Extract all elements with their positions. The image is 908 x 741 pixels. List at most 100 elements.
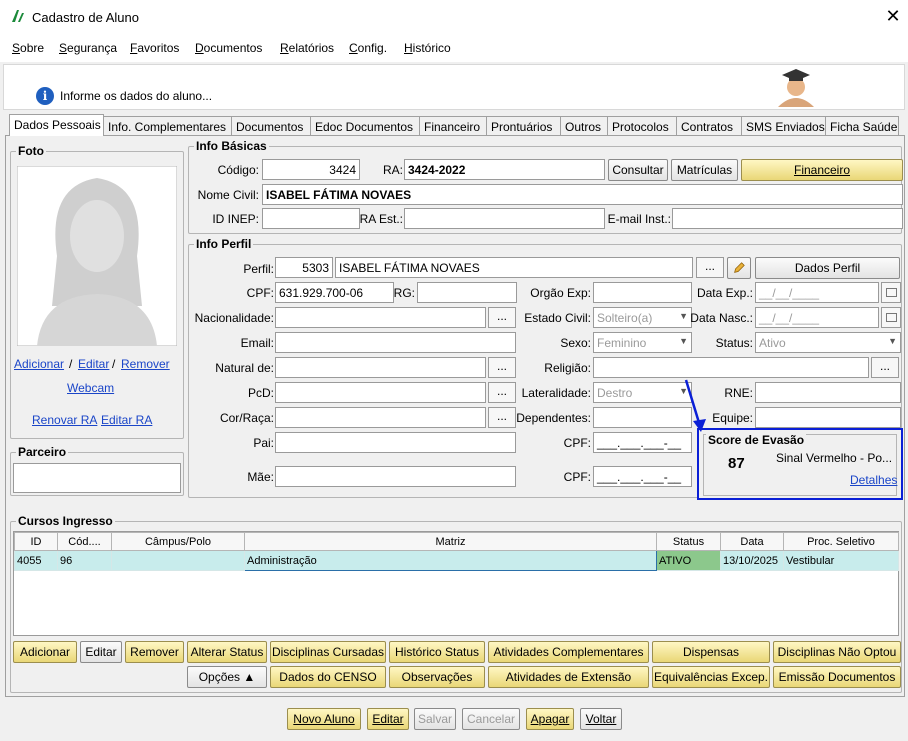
- calendar-icon[interactable]: [881, 307, 901, 328]
- edit-pencil-icon[interactable]: [727, 257, 751, 279]
- menu-historico[interactable]: Histórico: [404, 41, 451, 55]
- historico-status-button[interactable]: Histórico Status: [389, 641, 485, 663]
- natural-lookup-button[interactable]: ...: [488, 357, 516, 378]
- cor-raca-field[interactable]: [275, 407, 486, 428]
- natural-de-field[interactable]: [275, 357, 486, 378]
- disciplinas-cursadas-button[interactable]: Disciplinas Cursadas: [270, 641, 386, 663]
- col-campus[interactable]: Câmpus/Polo: [111, 532, 245, 551]
- renovar-ra-link[interactable]: Renovar RA: [32, 413, 97, 427]
- col-data[interactable]: Data: [720, 532, 784, 551]
- id-inep-field[interactable]: [262, 208, 360, 229]
- table-row[interactable]: 4055 96 Administração ATIVO 13/10/2025 V…: [14, 550, 899, 571]
- adicionar-curso-button[interactable]: Adicionar: [13, 641, 77, 663]
- cell-matriz[interactable]: Administração: [244, 550, 657, 571]
- matriculas-button[interactable]: Matrículas: [671, 159, 738, 181]
- email-field[interactable]: [275, 332, 516, 353]
- calendar-icon[interactable]: [881, 282, 901, 303]
- cancelar-button[interactable]: Cancelar: [462, 708, 520, 730]
- ra-est-field[interactable]: [404, 208, 605, 229]
- disciplinas-nao-optou-button[interactable]: Disciplinas Não Optou: [773, 641, 901, 663]
- photo-placeholder: [17, 166, 177, 346]
- tab-sms-enviados[interactable]: SMS Enviados: [741, 116, 826, 136]
- ra-field[interactable]: 3424-2022: [404, 159, 605, 180]
- webcam-link[interactable]: Webcam: [67, 381, 114, 395]
- pai-cpf-field[interactable]: ___.___.___-__: [593, 432, 692, 453]
- tab-documentos[interactable]: Documentos: [231, 116, 311, 136]
- equipe-field[interactable]: [755, 407, 901, 428]
- dados-perfil-button[interactable]: Dados Perfil: [755, 257, 900, 279]
- col-matriz[interactable]: Matriz: [244, 532, 657, 551]
- tab-dados-pessoais[interactable]: Dados Pessoais: [9, 114, 104, 136]
- voltar-button[interactable]: Voltar: [580, 708, 622, 730]
- religiao-lookup-button[interactable]: ...: [871, 357, 899, 378]
- col-cod[interactable]: Cód....: [57, 532, 112, 551]
- dependentes-field[interactable]: [593, 407, 692, 428]
- col-id[interactable]: ID: [14, 532, 58, 551]
- score-detalhes-link[interactable]: Detalhes: [850, 473, 897, 487]
- tab-financeiro[interactable]: Financeiro: [419, 116, 487, 136]
- menu-seguranca[interactable]: Segurança: [59, 41, 117, 55]
- status-select[interactable]: Ativo ▼: [755, 332, 901, 353]
- menu-config[interactable]: Config.: [349, 41, 387, 55]
- observacoes-button[interactable]: Observações: [389, 666, 485, 688]
- lateralidade-select[interactable]: Destro ▼: [593, 382, 692, 403]
- codigo-field[interactable]: 3424: [262, 159, 360, 180]
- pai-field[interactable]: [275, 432, 516, 453]
- col-proc-seletivo[interactable]: Proc. Seletivo: [783, 532, 899, 551]
- financeiro-button[interactable]: Financeiro: [741, 159, 903, 181]
- tab-ficha-saude[interactable]: Ficha Saúde: [825, 116, 899, 136]
- opcoes-button[interactable]: Opções ▲: [187, 666, 267, 688]
- equivalencias-button[interactable]: Equivalências Excep.: [652, 666, 770, 688]
- mae-field[interactable]: [275, 466, 516, 487]
- nacionalidade-field[interactable]: [275, 307, 486, 328]
- tab-info-complementares[interactable]: Info. Complementares: [103, 116, 232, 136]
- menu-sobre[interactable]: Sobre: [12, 41, 44, 55]
- rne-field[interactable]: [755, 382, 901, 403]
- foto-editar-link[interactable]: Editar: [78, 357, 109, 371]
- tab-protocolos[interactable]: Protocolos: [607, 116, 677, 136]
- consultar-button[interactable]: Consultar: [608, 159, 668, 181]
- email-inst-field[interactable]: [672, 208, 903, 229]
- perfil-id-field[interactable]: 5303: [275, 257, 333, 278]
- tab-edoc-documentos[interactable]: Edoc Documentos: [310, 116, 420, 136]
- foto-adicionar-link[interactable]: Adicionar: [14, 357, 64, 371]
- data-exp-field[interactable]: __/__/____: [755, 282, 879, 303]
- editar-curso-button[interactable]: Editar: [80, 641, 122, 663]
- remover-curso-button[interactable]: Remover: [125, 641, 184, 663]
- orgao-exp-field[interactable]: [593, 282, 692, 303]
- menu-documentos[interactable]: Documentos: [195, 41, 262, 55]
- emissao-documentos-button[interactable]: Emissão Documentos: [773, 666, 901, 688]
- col-status[interactable]: Status: [656, 532, 721, 551]
- tab-contratos[interactable]: Contratos: [676, 116, 742, 136]
- perfil-nome-field[interactable]: ISABEL FÁTIMA NOVAES: [335, 257, 693, 278]
- data-nasc-field[interactable]: __/__/____: [755, 307, 879, 328]
- cpf-field[interactable]: 631.929.700-06: [275, 282, 394, 303]
- salvar-button[interactable]: Salvar: [414, 708, 456, 730]
- parceiro-field[interactable]: [13, 463, 181, 493]
- menu-favoritos[interactable]: Favoritos: [130, 41, 179, 55]
- mae-cpf-field[interactable]: ___.___.___-__: [593, 466, 692, 487]
- dados-censo-button[interactable]: Dados do CENSO: [270, 666, 386, 688]
- nacionalidade-lookup-button[interactable]: ...: [488, 307, 516, 328]
- rg-field[interactable]: [417, 282, 517, 303]
- alterar-status-button[interactable]: Alterar Status: [187, 641, 267, 663]
- tab-prontuarios[interactable]: Prontuários: [486, 116, 561, 136]
- nome-civil-field[interactable]: ISABEL FÁTIMA NOVAES: [262, 184, 903, 205]
- editar-ra-link[interactable]: Editar RA: [101, 413, 152, 427]
- close-icon[interactable]: ✕: [884, 6, 902, 26]
- dispensas-button[interactable]: Dispensas: [652, 641, 770, 663]
- religiao-field[interactable]: [593, 357, 869, 378]
- menu-relatorios[interactable]: Relatórios: [280, 41, 334, 55]
- estado-civil-select[interactable]: Solteiro(a) ▼: [593, 307, 692, 328]
- tab-outros[interactable]: Outros: [560, 116, 608, 136]
- editar-aluno-button[interactable]: Editar: [367, 708, 409, 730]
- novo-aluno-button[interactable]: Novo Aluno: [287, 708, 361, 730]
- info-strip: i Informe os dados do aluno...: [3, 64, 905, 110]
- perfil-lookup-button[interactable]: ...: [696, 257, 724, 278]
- pcd-field[interactable]: [275, 382, 486, 403]
- atividades-complementares-button[interactable]: Atividades Complementares: [488, 641, 649, 663]
- sexo-select[interactable]: Feminino ▼: [593, 332, 692, 353]
- foto-remover-link[interactable]: Remover: [121, 357, 170, 371]
- apagar-button[interactable]: Apagar: [526, 708, 574, 730]
- atividades-extensao-button[interactable]: Atividades de Extensão: [488, 666, 649, 688]
